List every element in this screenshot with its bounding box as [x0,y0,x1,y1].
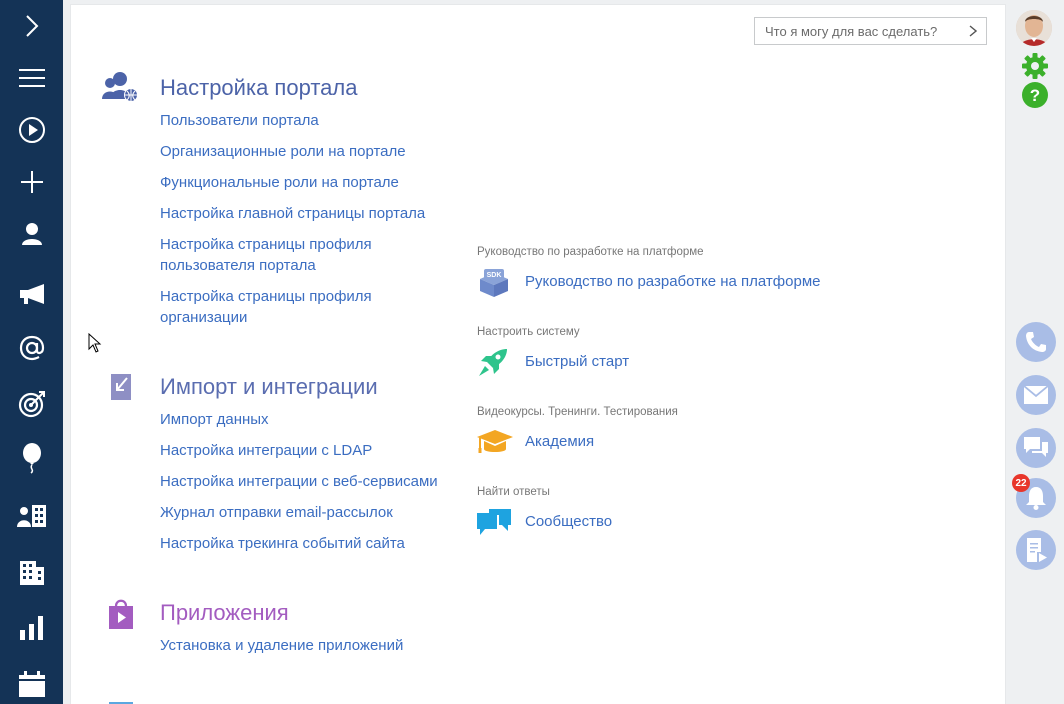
link-webservice-integration[interactable]: Настройка интеграции с веб-сервисами [160,471,470,492]
bar-chart-icon [19,616,43,640]
people-building-icon [16,505,46,527]
qa-link-sdk[interactable]: Руководство по разработке на платформе [525,273,820,290]
phone-icon [1026,332,1046,352]
calendar-icon [18,671,45,697]
process-panel-button[interactable] [1016,530,1056,570]
leads-button[interactable] [0,432,63,484]
menu-button[interactable] [0,52,63,104]
megaphone-icon [19,284,44,304]
email-button[interactable] [0,322,63,374]
envelope-icon [1024,386,1048,404]
at-sign-icon [19,335,44,361]
import-arrow-icon [111,370,131,400]
graduation-cap-icon [477,430,513,453]
section-title-portal: Настройка портала [160,75,358,100]
marketing-button[interactable] [0,268,63,320]
qa-link-quick-start[interactable]: Быстрый старт [525,353,629,370]
svg-text:SDK: SDK [487,272,502,279]
dashboards-button[interactable] [0,602,63,654]
opportunities-button[interactable] [0,378,63,430]
organizations-button[interactable] [0,546,63,598]
left-sidebar [0,0,63,704]
command-search-input[interactable]: Что я могу для вас сделать? [754,17,987,45]
add-button[interactable] [0,156,63,208]
bell-icon [1026,487,1046,510]
link-event-tracking[interactable]: Настройка трекинга событий сайта [160,533,470,554]
link-app-install[interactable]: Установка и удаление приложений [160,635,470,656]
qa-link-community[interactable]: Сообщество [525,513,612,530]
qa-caption-setup: Настроить систему [477,326,580,338]
shopping-bag-icon [109,599,133,629]
email-panel-button[interactable] [1016,375,1056,415]
chevron-right-icon [25,15,38,37]
main-panel: Что я могу для вас сделать? Настройка по… [70,4,1006,704]
target-icon [18,391,45,418]
link-ldap-integration[interactable]: Настройка интеграции с LDAP [160,440,470,461]
plus-icon [20,171,43,193]
chat-icon [1024,437,1048,457]
expand-sidebar-button[interactable] [0,0,63,52]
person-icon [21,223,42,245]
rocket-icon [479,349,507,376]
user-avatar[interactable] [1016,10,1052,46]
process-run-button[interactable] [0,104,63,156]
settings-gear-icon[interactable] [1022,53,1048,79]
section-title-apps: Приложения [160,600,289,625]
accounts-button[interactable] [0,490,63,542]
link-user-profile-setup[interactable]: Настройка страницы профиля пользователя … [160,234,410,276]
user-photo-icon [1016,10,1052,46]
chat-panel-button[interactable] [1016,428,1056,468]
phone-button[interactable] [1016,322,1056,362]
link-portal-users[interactable]: Пользователи портала [160,110,470,131]
hamburger-icon [18,69,45,87]
qa-caption-academy: Видеокурсы. Тренинги. Тестирования [477,406,678,418]
qa-caption-sdk: Руководство по разработке на платформе [477,246,704,258]
play-circle-icon [18,117,45,143]
users-globe-icon [102,72,138,102]
link-portal-home-setup[interactable]: Настройка главной страницы портала [160,203,470,224]
svg-text:?: ? [1030,86,1040,105]
link-org-profile-setup[interactable]: Настройка страницы профиля организации [160,286,410,328]
link-functional-roles[interactable]: Функциональные роли на портале [160,172,470,193]
link-org-roles[interactable]: Организационные роли на портале [160,141,470,162]
sdk-box-icon: SDK [480,269,508,297]
notification-count-badge: 22 [1012,474,1030,492]
link-email-log[interactable]: Журнал отправки email-рассылок [160,502,470,523]
building-icon [19,561,44,585]
mouse-cursor-icon [88,333,102,353]
link-data-import[interactable]: Импорт данных [160,409,470,430]
document-play-icon [1027,538,1047,562]
chevron-right-icon [969,25,977,37]
qa-link-academy[interactable]: Академия [525,433,594,450]
calendar-button[interactable] [0,658,63,704]
balloon-icon [22,443,41,474]
contacts-button[interactable] [0,208,63,260]
section-title-import: Импорт и интеграции [160,374,378,399]
help-question-icon[interactable]: ? [1022,82,1048,108]
qa-caption-community: Найти ответы [477,486,550,498]
chat-bubbles-icon [477,509,511,535]
search-placeholder: Что я могу для вас сделать? [765,23,938,39]
